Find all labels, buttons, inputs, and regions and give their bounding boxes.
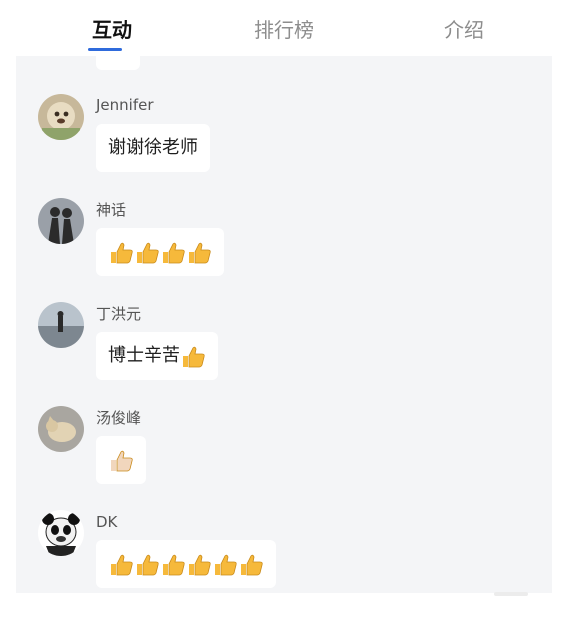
chat-message-list[interactable]: Jennifer 谢谢徐老师 神话 丁洪元 博士辛苦 汤俊峰 DK: [16, 56, 552, 593]
lake-person-avatar[interactable]: [38, 302, 84, 348]
message-text: 谢谢徐老师: [108, 137, 198, 158]
thumbs-up-emoji-icon: [160, 549, 186, 576]
thumbs-up-emoji-icon: [186, 549, 212, 576]
message-sender-name: 汤俊峰: [96, 409, 142, 427]
message-bubble: [96, 540, 276, 588]
tab-introduction[interactable]: 介绍: [424, 16, 504, 44]
message-sender-name: 丁洪元: [96, 305, 142, 323]
cat-photo-avatar[interactable]: [38, 406, 84, 452]
thumbs-up-emoji-icon: [186, 237, 212, 264]
dog-photo-avatar[interactable]: [38, 94, 84, 140]
message-bubble: [96, 56, 140, 70]
thumbs-up-emoji-icon: [180, 341, 206, 368]
message-text: 博士辛苦: [108, 345, 180, 366]
thumbs-up-emoji-icon: [108, 237, 134, 264]
thumbs-up-emoji-icon: [134, 237, 160, 264]
active-tab-indicator: [88, 48, 122, 51]
tab-ranking[interactable]: 排行榜: [242, 16, 326, 44]
tab-bar: 互动 排行榜 介绍: [16, 0, 552, 56]
tab-interaction[interactable]: 互动: [72, 16, 152, 44]
message-bubble: [96, 436, 146, 484]
thumbs-up-emoji-icon: [134, 549, 160, 576]
message-sender-name: 神话: [96, 201, 127, 219]
thumbs-up-emoji-icon: [238, 549, 264, 576]
thumbs-up-emoji-icon: [212, 549, 238, 576]
footer-decoration: [494, 592, 528, 596]
thumbs-up-emoji-icon: [108, 445, 134, 472]
message-sender-name: DK: [96, 513, 118, 531]
message-sender-name: Jennifer: [96, 96, 154, 114]
thumbs-up-emoji-icon: [108, 549, 134, 576]
thumbs-up-emoji-icon: [160, 237, 186, 264]
message-bubble: [96, 228, 224, 276]
message-bubble: 博士辛苦: [96, 332, 218, 380]
message-bubble: 谢谢徐老师: [96, 124, 210, 172]
panda-meme-avatar[interactable]: [38, 510, 84, 556]
couple-silhouette-avatar[interactable]: [38, 198, 84, 244]
